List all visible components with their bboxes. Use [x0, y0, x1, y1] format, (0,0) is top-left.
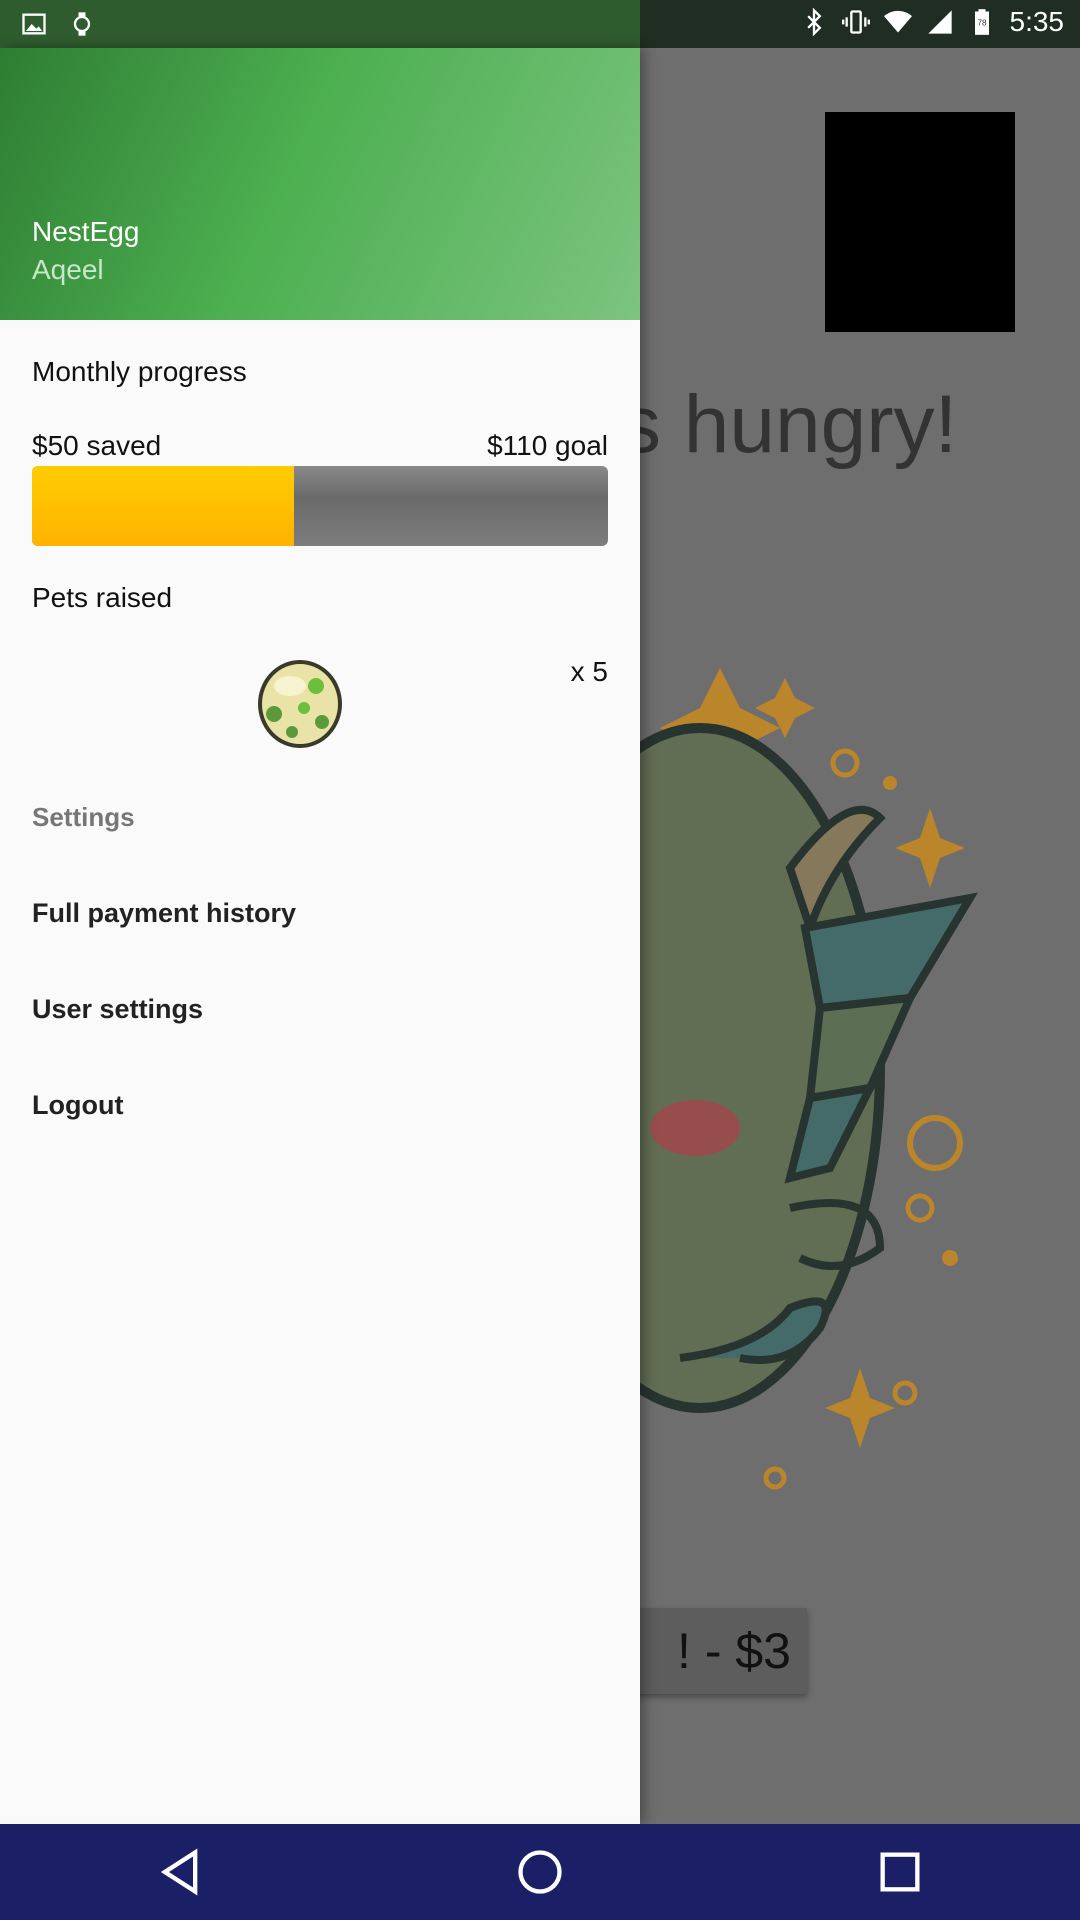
signal-icon — [927, 10, 952, 34]
battery-level: 78 — [977, 19, 987, 28]
feed-pet-button[interactable]: ! - $3 — [640, 1608, 807, 1694]
savings-progress-bar — [32, 466, 608, 546]
image-icon — [22, 13, 46, 35]
user-name: Aqeel — [32, 254, 104, 285]
status-bar: 78 5:35 — [0, 0, 1080, 48]
drawer-header: NestEgg Aqeel — [0, 48, 640, 320]
menu-item-logout[interactable]: Logout — [32, 1090, 123, 1121]
wifi-icon — [883, 10, 912, 33]
recents-icon[interactable] — [874, 1846, 926, 1898]
saved-amount: $50 saved — [32, 430, 162, 461]
background-black-box — [825, 112, 1015, 332]
menu-item-user-settings[interactable]: User settings — [32, 994, 203, 1025]
monthly-progress-title: Monthly progress — [32, 356, 247, 387]
pet-hungry-text: s hungry! — [640, 379, 958, 470]
bluetooth-icon — [806, 8, 821, 36]
battery-icon: 78 — [974, 9, 989, 35]
status-bar-right-icons: 78 5:35 — [800, 6, 1065, 38]
app-name: NestEgg — [32, 216, 140, 247]
goal-amount: $110 goal — [487, 430, 608, 461]
navigation-drawer: NestEgg Aqeel Monthly progress $50 saved… — [0, 48, 640, 1824]
settings-heading: Settings — [32, 802, 135, 832]
egg-icon — [258, 660, 342, 748]
background-app-content: s hungry! ! - $3 — [640, 48, 1080, 1824]
pet-dragon-illustration — [640, 668, 978, 1490]
savings-progress-fill — [32, 466, 294, 546]
status-bar-drawer-section — [0, 0, 640, 48]
vibrate-icon — [841, 10, 870, 34]
system-nav-bar — [0, 1824, 1080, 1920]
watch-icon — [73, 12, 91, 36]
pets-raised-title: Pets raised — [32, 582, 173, 613]
status-bar-left-icons — [20, 10, 96, 38]
status-time: 5:35 — [1009, 6, 1065, 37]
pets-count: x 5 — [570, 656, 608, 687]
back-icon[interactable] — [154, 1846, 206, 1898]
home-icon[interactable] — [514, 1846, 566, 1898]
menu-item-payment-history[interactable]: Full payment history — [32, 898, 296, 929]
